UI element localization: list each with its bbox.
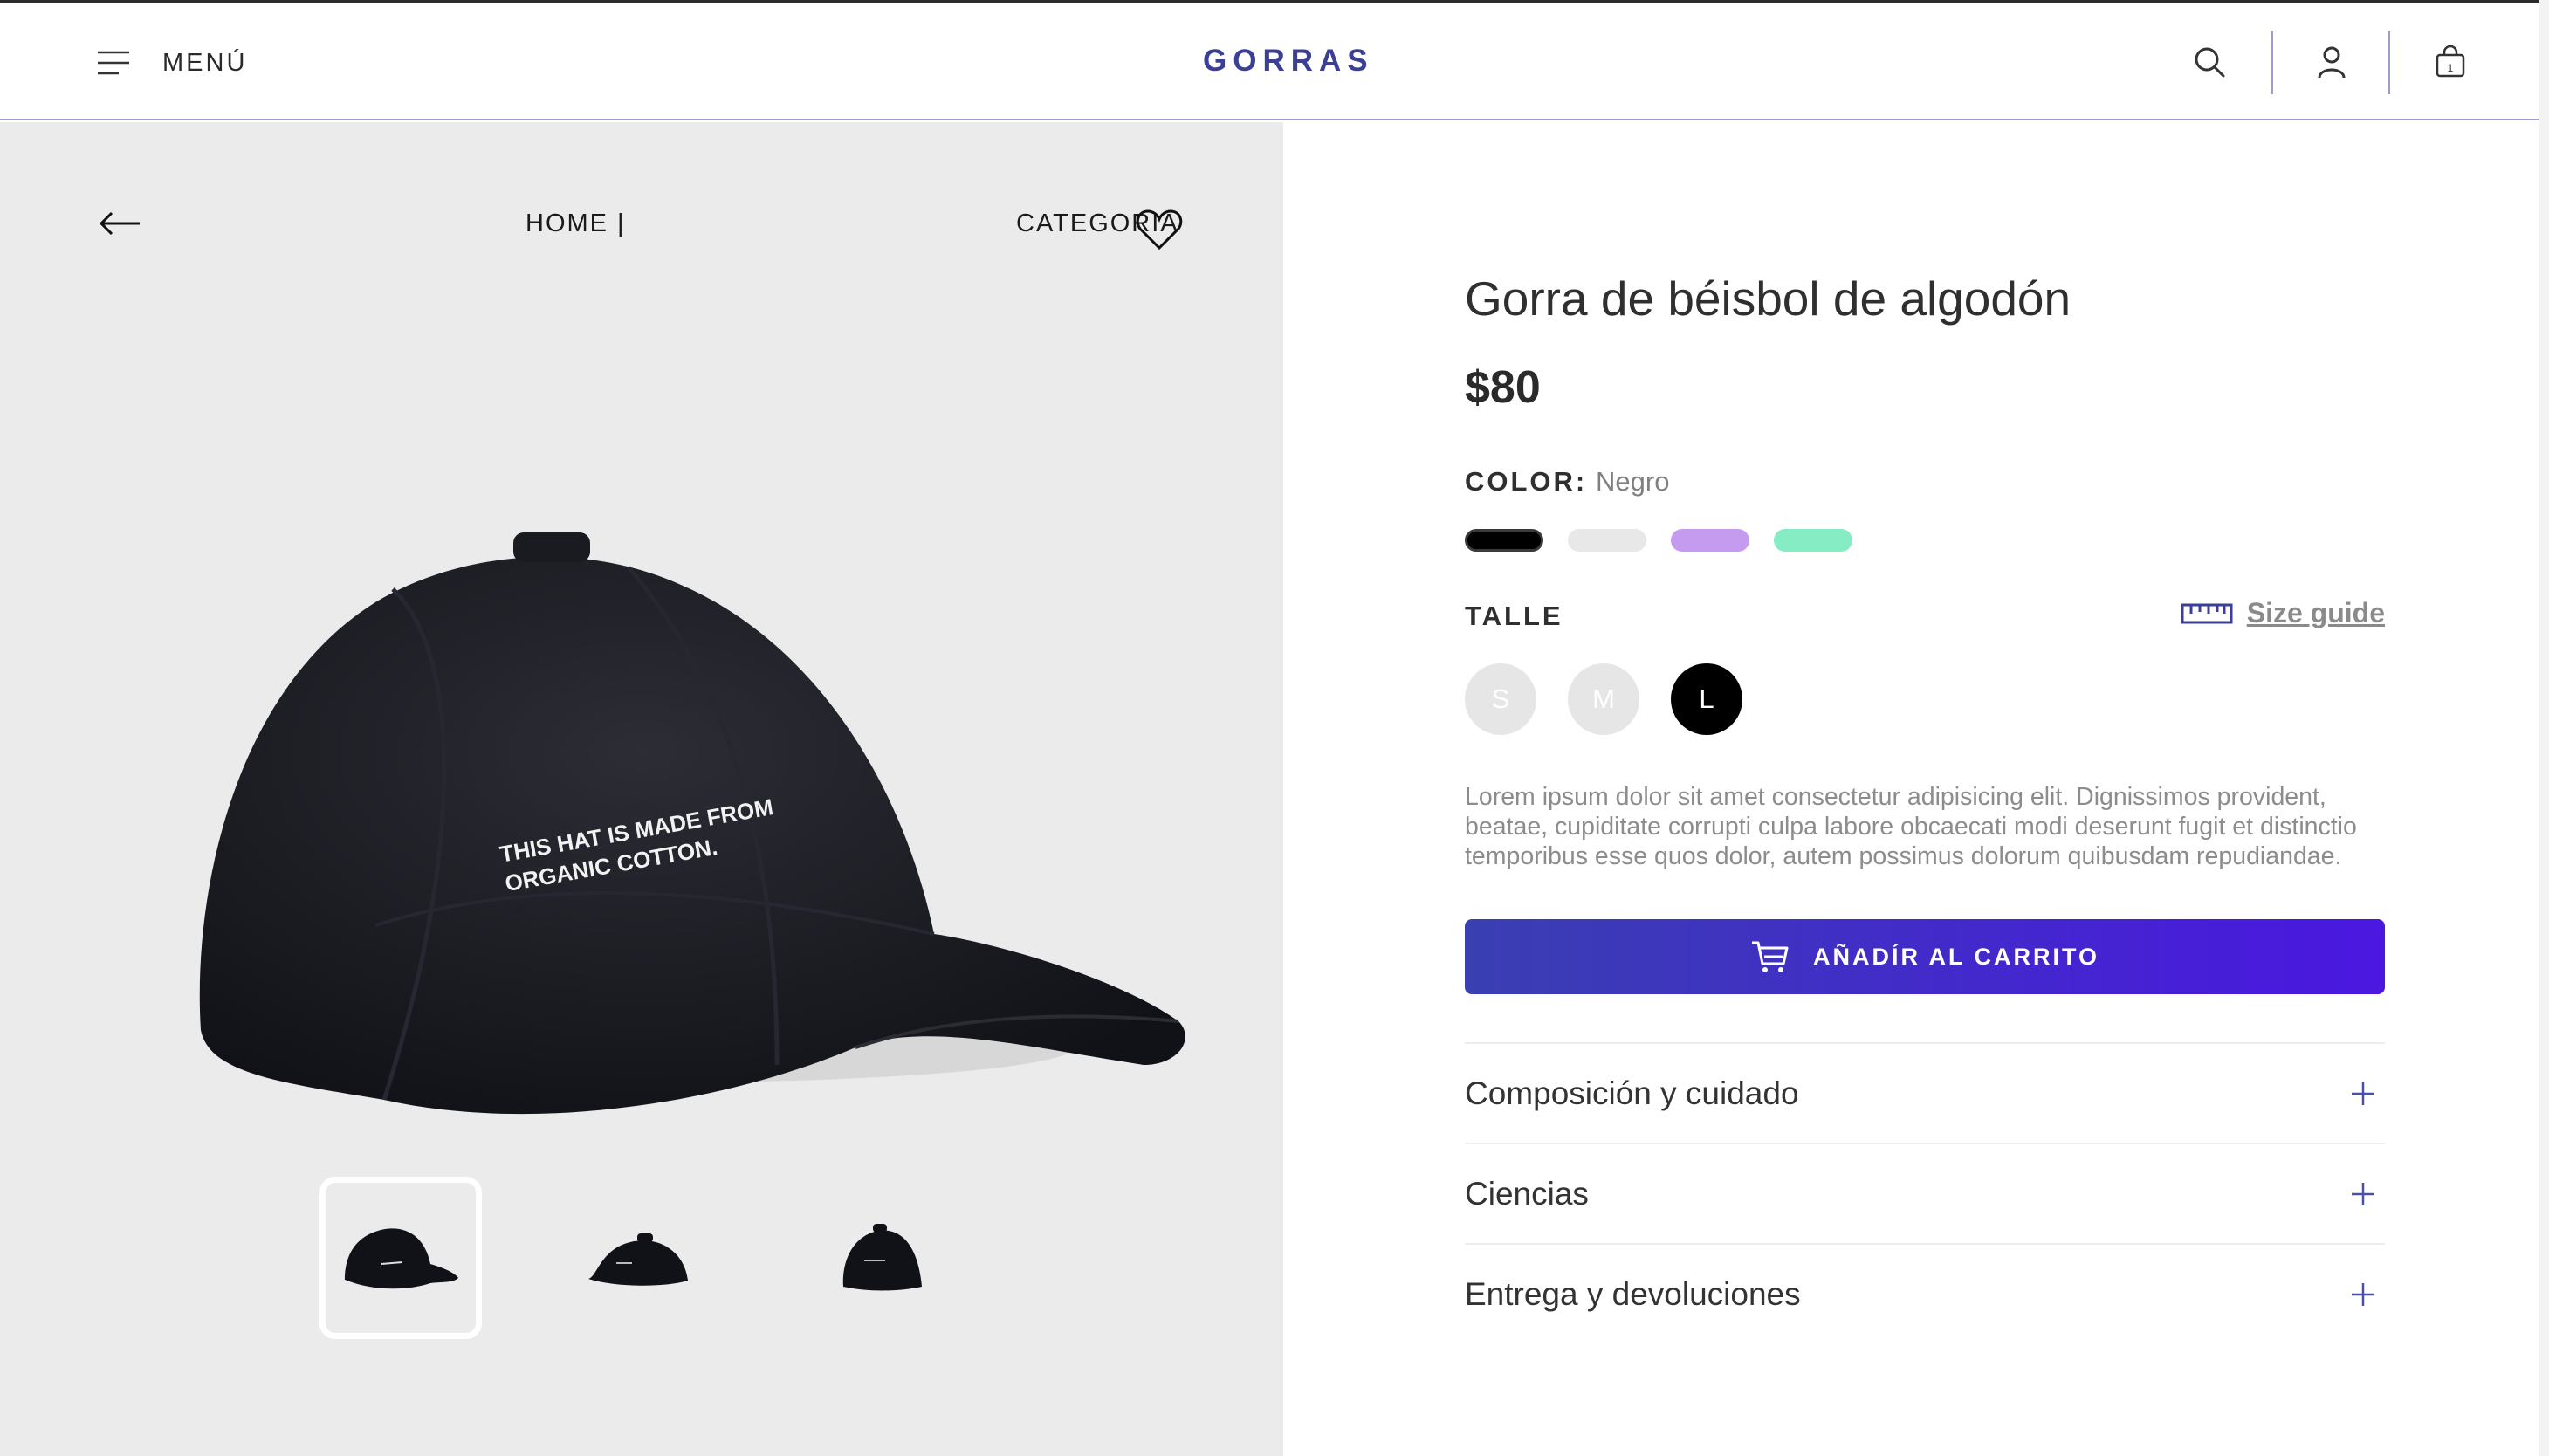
accordion-label: Entrega y devoluciones [1465,1276,1801,1312]
color-label: COLOR: [1465,466,1588,497]
cart-bag-button[interactable]: 1 [2430,42,2470,82]
plus-icon [2352,1082,2374,1105]
cap-back-thumbnail-image [588,1233,688,1286]
cap-front-thumbnail-image [345,1228,458,1289]
product-title: Gorra de béisbol de algodón [1465,271,2071,326]
header-divider [2388,31,2390,94]
size-l[interactable]: L [1671,663,1742,735]
color-value: Negro [1596,466,1670,497]
product-price: $80 [1465,362,1541,413]
search-button[interactable] [2189,42,2230,82]
cap-side-thumbnail-image [842,1224,922,1291]
top-header: MENÚ GORRAS 1 [0,3,2539,120]
accordion-shipping-returns[interactable]: Entrega y devoluciones [1465,1243,2385,1344]
size-m[interactable]: M [1568,663,1639,735]
swatch-black[interactable] [1465,529,1543,552]
user-icon [2318,46,2346,79]
menu-label: MENÚ [162,48,248,77]
shopping-cart-icon [1751,941,1789,972]
color-swatches [1465,529,1852,552]
accordion-label: Ciencias [1465,1176,1589,1212]
header-divider [2271,31,2273,94]
size-s[interactable]: S [1465,663,1536,735]
account-button[interactable] [2312,42,2352,82]
product-gallery: HOME | CATEGORIA THIS HAT IS MADE FROM O… [0,122,1283,1456]
add-to-cart-label: AÑADÍR AL CARRITO [1812,943,2099,970]
breadcrumb-home[interactable]: HOME | [526,209,626,238]
size-guide-label: Size guide [2246,597,2385,628]
cart-count: 1 [2448,62,2454,74]
page-scrollbar[interactable] [2539,0,2549,1456]
plus-icon [2352,1283,2374,1306]
accordion-composition[interactable]: Composición y cuidado [1465,1042,2385,1144]
menu-button[interactable]: MENÚ [98,42,247,84]
menu-icon [98,51,129,75]
brand-logo[interactable]: GORRAS [1203,44,1374,79]
size-options: S M L [1465,663,1742,735]
thumbnail-side[interactable] [801,1177,964,1339]
product-description: Lorem ipsum dolor sit amet consectetur a… [1465,783,2357,870]
swatch-light-gray[interactable] [1568,529,1646,552]
ruler-icon [2181,603,2233,623]
product-main-image: THIS HAT IS MADE FROM ORGANIC COTTON. [199,532,1185,1115]
add-to-cart-button[interactable]: AÑADÍR AL CARRITO [1465,919,2385,994]
swatch-mint[interactable] [1774,529,1852,552]
accordion-label: Composición y cuidado [1465,1075,1799,1111]
size-guide-link[interactable]: Size guide [2181,597,2385,629]
thumbnail-back[interactable] [557,1177,719,1339]
bag-icon: 1 [2436,45,2465,78]
search-icon [2195,47,2225,78]
size-label: TALLE [1465,601,1563,631]
plus-icon [2352,1183,2374,1205]
swatch-lilac[interactable] [1671,529,1749,552]
thumbnail-front[interactable] [319,1177,482,1339]
heart-icon[interactable] [1135,206,1184,251]
accordion-sciences[interactable]: Ciencias [1465,1143,2385,1244]
back-arrow-icon[interactable] [98,208,141,239]
